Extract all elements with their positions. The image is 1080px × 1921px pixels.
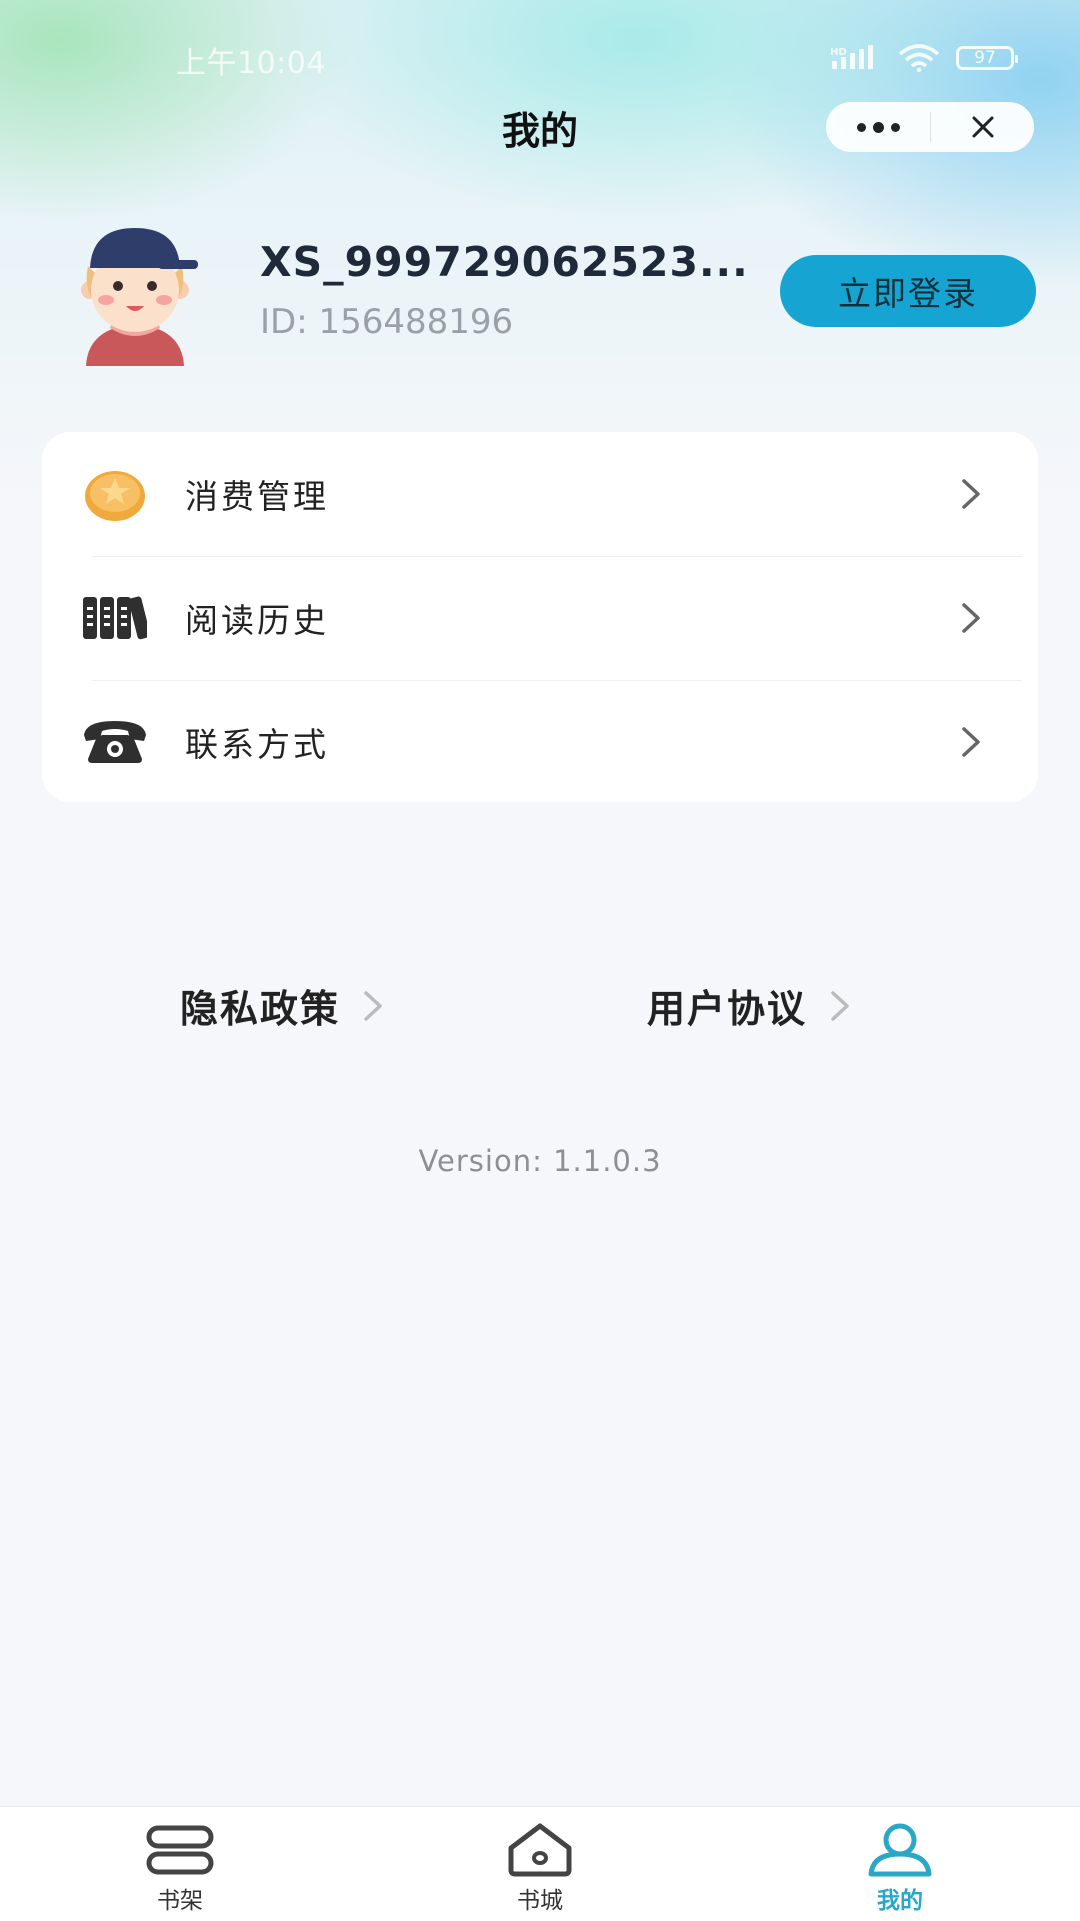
svg-text:HD: HD [830, 47, 847, 58]
status-time: 上午10:04 [176, 46, 326, 81]
menu-item-label: 阅读历史 [185, 601, 329, 640]
tab-profile[interactable]: 我的 [780, 1807, 1020, 1921]
tab-bookstore[interactable]: 书城 [420, 1807, 660, 1921]
chevron-right-icon [962, 479, 980, 509]
user-id: ID: 156488196 [260, 302, 514, 342]
tab-bar: 书架 书城 我的 [0, 1806, 1080, 1921]
user-agreement-label: 用户协议 [647, 987, 808, 1031]
wifi-icon [898, 44, 940, 72]
avatar[interactable] [68, 216, 202, 366]
chevron-right-icon [364, 990, 382, 1021]
menu-item-consumption[interactable]: 消费管理 [42, 432, 1038, 556]
bookstore-icon [505, 1821, 575, 1879]
tab-label: 我的 [877, 1888, 923, 1914]
chevron-right-icon [962, 727, 980, 757]
privacy-policy-label: 隐私政策 [180, 987, 341, 1031]
signal-icon: HD [830, 45, 873, 69]
menu-item-label: 联系方式 [185, 725, 329, 764]
tab-label: 书架 [157, 1888, 203, 1914]
close-icon [972, 116, 993, 138]
chevron-right-icon [831, 990, 849, 1021]
menu-item-label: 消费管理 [185, 477, 329, 516]
mini-program-capsule [826, 102, 1034, 152]
chevron-right-icon [962, 603, 980, 633]
coin-icon [82, 466, 148, 522]
more-options-button[interactable] [826, 102, 930, 152]
menu-card: 消费管理 阅读历史 联系方式 [42, 432, 1038, 802]
bookshelf-icon [145, 1821, 215, 1879]
menu-item-history[interactable]: 阅读历史 [42, 556, 1038, 680]
status-icons: HD 97 [830, 44, 1018, 72]
books-icon [82, 590, 148, 646]
username: XS_999729062523... [260, 238, 749, 286]
login-button[interactable]: 立即登录 [780, 255, 1036, 327]
more-dot-icon [890, 122, 900, 132]
privacy-policy-link[interactable]: 隐私政策 [180, 978, 384, 1033]
battery-icon: 97 [956, 46, 1018, 70]
user-agreement-link[interactable]: 用户协议 [647, 978, 851, 1033]
tab-label: 书城 [517, 1888, 563, 1914]
telephone-icon [82, 714, 148, 770]
menu-item-contact[interactable]: 联系方式 [42, 680, 1038, 804]
profile-icon [865, 1821, 935, 1879]
more-dot-icon [856, 122, 866, 132]
close-button[interactable] [931, 102, 1034, 152]
version-text: Version: 1.1.0.3 [418, 1144, 662, 1178]
tab-bookshelf[interactable]: 书架 [60, 1807, 300, 1921]
more-dot-icon [872, 121, 884, 133]
